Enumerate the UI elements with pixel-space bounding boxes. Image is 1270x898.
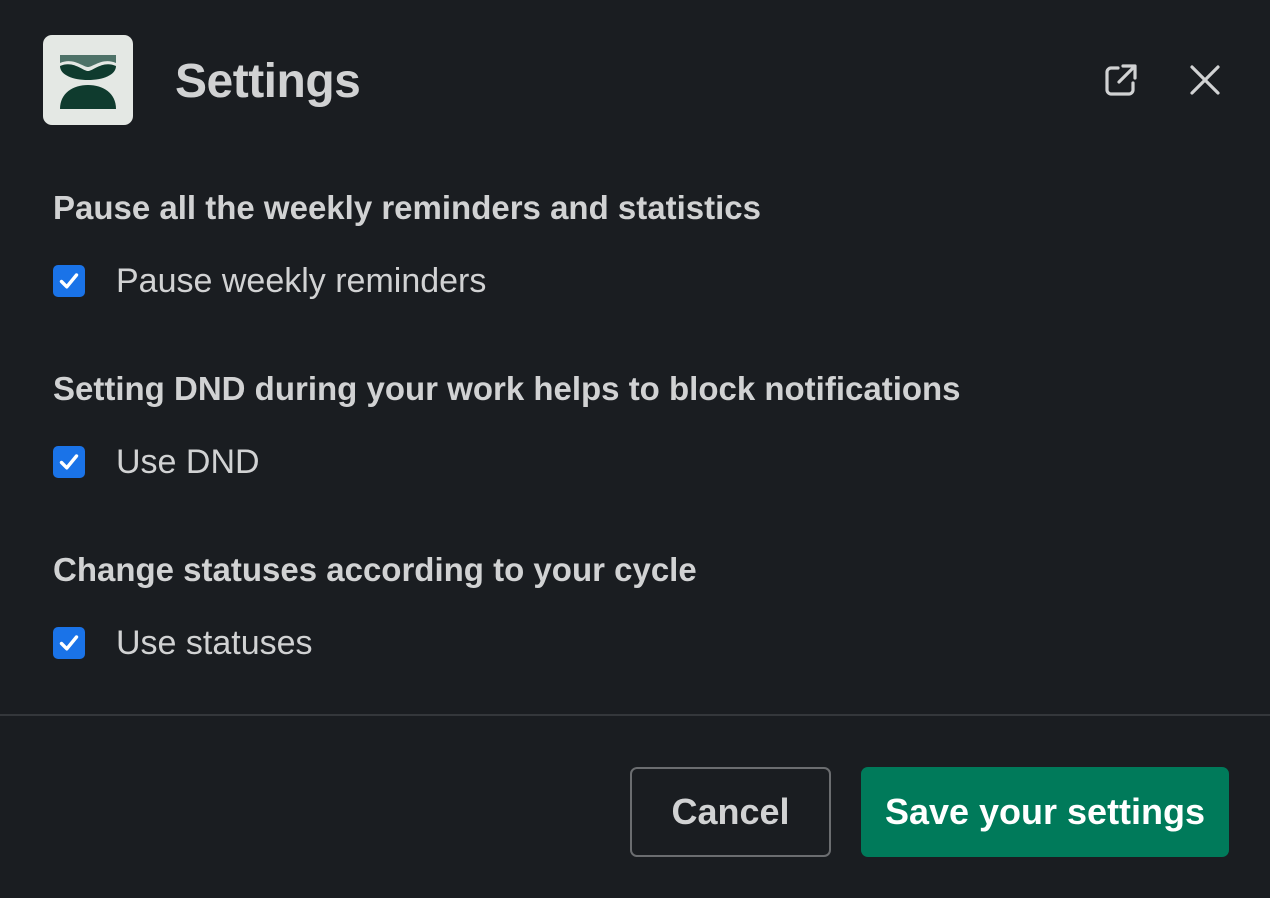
use-statuses-checkbox[interactable] [53,627,85,659]
app-logo [43,35,133,125]
save-settings-button[interactable]: Save your settings [861,767,1229,857]
pause-weekly-reminders-label: Pause weekly reminders [116,262,487,300]
section-heading-dnd: Setting DND during your work helps to bl… [53,370,961,407]
dialog-title: Settings [175,55,361,108]
dialog-header: Settings [0,0,1270,160]
checkmark-icon [59,454,79,470]
use-dnd-label: Use DND [116,443,260,481]
open-in-new-window-icon [1105,64,1137,96]
open-in-new-window-button[interactable] [1099,58,1143,102]
settings-dialog: Settings Pause all the weekly reminders … [0,0,1270,898]
checkmark-icon [59,635,79,651]
checkbox-row-use-dnd[interactable]: Use DND [53,442,260,482]
close-icon [1190,65,1220,95]
dialog-footer: Cancel Save your settings [0,716,1270,898]
checkbox-row-pause-weekly-reminders[interactable]: Pause weekly reminders [53,261,486,301]
section-heading-statuses: Change statuses according to your cycle [53,551,697,588]
hourglass-logo-icon [60,55,116,109]
close-button[interactable] [1183,58,1227,102]
dialog-body: Pause all the weekly reminders and stati… [0,160,1270,714]
use-statuses-label: Use statuses [116,624,313,662]
use-dnd-checkbox[interactable] [53,446,85,478]
section-heading-pause: Pause all the weekly reminders and stati… [53,189,761,226]
cancel-button[interactable]: Cancel [630,767,831,857]
checkmark-icon [59,273,79,289]
checkbox-row-use-statuses[interactable]: Use statuses [53,623,313,663]
pause-weekly-reminders-checkbox[interactable] [53,265,85,297]
